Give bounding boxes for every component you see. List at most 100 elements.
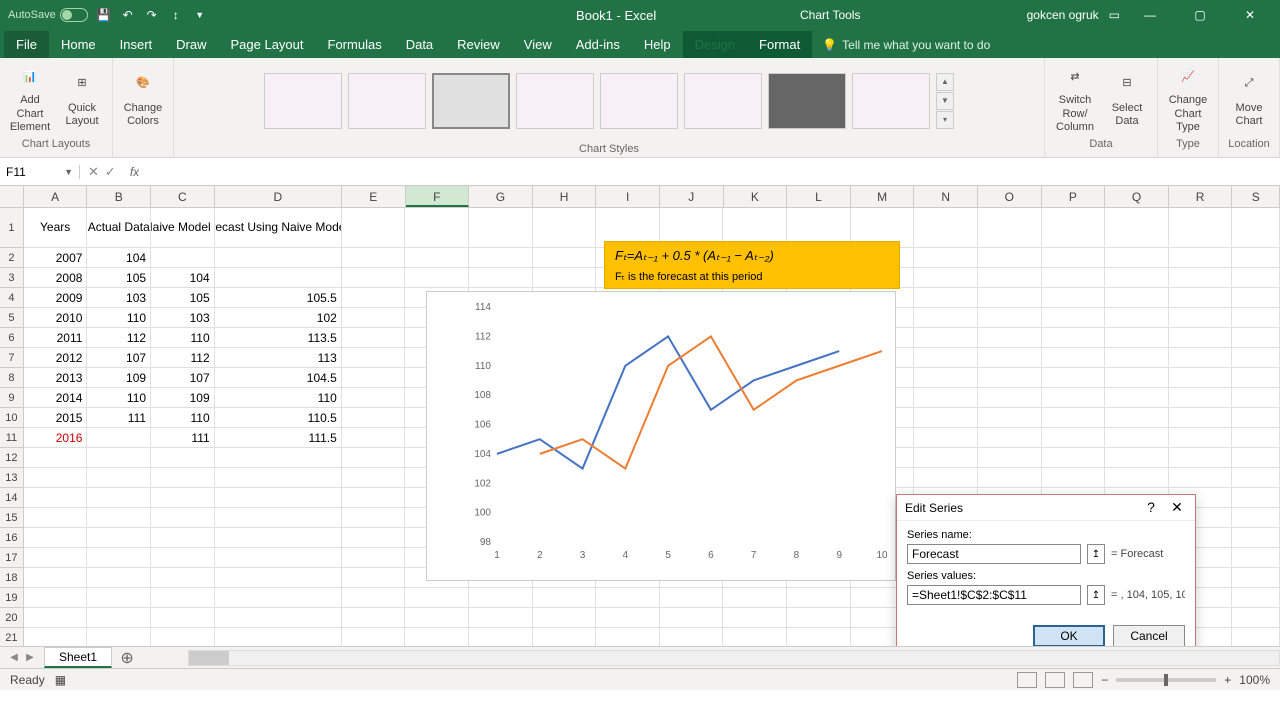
cell[interactable] bbox=[978, 308, 1042, 328]
cell[interactable] bbox=[24, 548, 88, 568]
column-header[interactable]: G bbox=[469, 186, 533, 207]
collapse-dialog-icon[interactable]: ↥ bbox=[1087, 544, 1105, 564]
cell[interactable] bbox=[1042, 468, 1106, 488]
cell[interactable] bbox=[24, 448, 88, 468]
cell[interactable] bbox=[1105, 388, 1169, 408]
cell[interactable]: 104.5 bbox=[215, 368, 342, 388]
cell[interactable] bbox=[469, 208, 533, 248]
column-header[interactable]: H bbox=[533, 186, 597, 207]
cell[interactable]: 109 bbox=[151, 388, 215, 408]
cell[interactable] bbox=[342, 328, 406, 348]
cell[interactable] bbox=[215, 468, 342, 488]
cell[interactable]: 110 bbox=[151, 408, 215, 428]
cell[interactable] bbox=[978, 368, 1042, 388]
cell[interactable] bbox=[24, 588, 88, 608]
chevron-down-icon[interactable]: ▼ bbox=[64, 167, 73, 177]
chart-style-thumb[interactable] bbox=[264, 73, 342, 129]
cell[interactable]: 110.5 bbox=[215, 408, 342, 428]
tab-formulas[interactable]: Formulas bbox=[316, 31, 394, 58]
cell[interactable] bbox=[24, 528, 88, 548]
cell[interactable] bbox=[215, 508, 342, 528]
cell[interactable] bbox=[978, 468, 1042, 488]
cell[interactable] bbox=[469, 588, 533, 608]
cell[interactable] bbox=[914, 468, 978, 488]
cell[interactable] bbox=[1232, 608, 1280, 628]
cell[interactable]: Naive Model 1 bbox=[151, 208, 215, 248]
cell[interactable] bbox=[914, 428, 978, 448]
qat-more-icon[interactable]: ▼ bbox=[192, 7, 208, 23]
cell[interactable] bbox=[469, 608, 533, 628]
cell[interactable] bbox=[87, 568, 151, 588]
row-header[interactable]: 21 bbox=[0, 628, 24, 646]
cell[interactable] bbox=[1042, 308, 1106, 328]
cell[interactable] bbox=[978, 428, 1042, 448]
cell[interactable] bbox=[151, 488, 215, 508]
tab-insert[interactable]: Insert bbox=[108, 31, 165, 58]
tab-addins[interactable]: Add-ins bbox=[564, 31, 632, 58]
dialog-close-button[interactable]: ✕ bbox=[1167, 499, 1187, 516]
column-header[interactable]: O bbox=[978, 186, 1042, 207]
cell[interactable] bbox=[215, 568, 342, 588]
row-header[interactable]: 17 bbox=[0, 548, 24, 568]
series-name-input[interactable] bbox=[907, 544, 1081, 564]
cell[interactable] bbox=[1042, 388, 1106, 408]
cell[interactable] bbox=[215, 608, 342, 628]
zoom-slider[interactable] bbox=[1116, 678, 1216, 682]
cell[interactable] bbox=[914, 288, 978, 308]
cell[interactable] bbox=[405, 208, 469, 248]
cell[interactable] bbox=[24, 488, 88, 508]
cell[interactable] bbox=[596, 628, 660, 646]
cell[interactable] bbox=[1169, 288, 1233, 308]
tab-design[interactable]: Design bbox=[683, 31, 747, 58]
cell[interactable]: 103 bbox=[87, 288, 151, 308]
cell[interactable]: 2014 bbox=[24, 388, 88, 408]
cell[interactable] bbox=[1232, 268, 1280, 288]
embedded-chart[interactable]: 9810010210410610811011211412345678910 bbox=[426, 291, 896, 581]
cell[interactable]: 2016 bbox=[24, 428, 88, 448]
cell[interactable] bbox=[596, 588, 660, 608]
cell[interactable] bbox=[24, 608, 88, 628]
row-header[interactable]: 4 bbox=[0, 288, 24, 308]
cell[interactable] bbox=[1232, 388, 1280, 408]
cell[interactable] bbox=[215, 488, 342, 508]
cell[interactable]: 105 bbox=[87, 268, 151, 288]
styles-more[interactable]: ▾ bbox=[936, 111, 954, 129]
cell[interactable] bbox=[215, 268, 342, 288]
maximize-button[interactable]: ▢ bbox=[1180, 1, 1220, 29]
move-chart-button[interactable]: ⤢Move Chart bbox=[1225, 60, 1273, 136]
fx-icon[interactable]: fx bbox=[124, 165, 145, 179]
cell[interactable] bbox=[342, 428, 406, 448]
cell[interactable] bbox=[87, 448, 151, 468]
cell[interactable] bbox=[342, 368, 406, 388]
cell[interactable] bbox=[342, 548, 406, 568]
cell[interactable] bbox=[787, 628, 851, 646]
cell[interactable] bbox=[87, 548, 151, 568]
cell[interactable] bbox=[342, 348, 406, 368]
cell[interactable] bbox=[405, 248, 469, 268]
cell[interactable] bbox=[151, 508, 215, 528]
cell[interactable] bbox=[1232, 448, 1280, 468]
cell[interactable] bbox=[1232, 368, 1280, 388]
cell[interactable] bbox=[1232, 488, 1280, 508]
column-header[interactable]: A bbox=[24, 186, 88, 207]
sheet-nav-next[interactable]: ▶ bbox=[22, 652, 38, 663]
row-header[interactable]: 19 bbox=[0, 588, 24, 608]
minimize-button[interactable]: — bbox=[1130, 1, 1170, 29]
cell[interactable] bbox=[151, 628, 215, 646]
formula-input[interactable] bbox=[145, 162, 1280, 182]
chart-style-thumb[interactable] bbox=[348, 73, 426, 129]
cell[interactable] bbox=[787, 588, 851, 608]
macro-record-icon[interactable]: ▦ bbox=[55, 673, 66, 687]
cell[interactable] bbox=[469, 628, 533, 646]
cell[interactable] bbox=[978, 448, 1042, 468]
cell[interactable] bbox=[87, 488, 151, 508]
cell[interactable] bbox=[978, 408, 1042, 428]
cell[interactable] bbox=[533, 208, 597, 248]
row-header[interactable]: 5 bbox=[0, 308, 24, 328]
cell[interactable] bbox=[1232, 288, 1280, 308]
cell[interactable]: 110 bbox=[151, 328, 215, 348]
row-header[interactable]: 9 bbox=[0, 388, 24, 408]
tab-home[interactable]: Home bbox=[49, 31, 108, 58]
cell[interactable] bbox=[151, 548, 215, 568]
cell[interactable]: Actual Data bbox=[87, 208, 151, 248]
